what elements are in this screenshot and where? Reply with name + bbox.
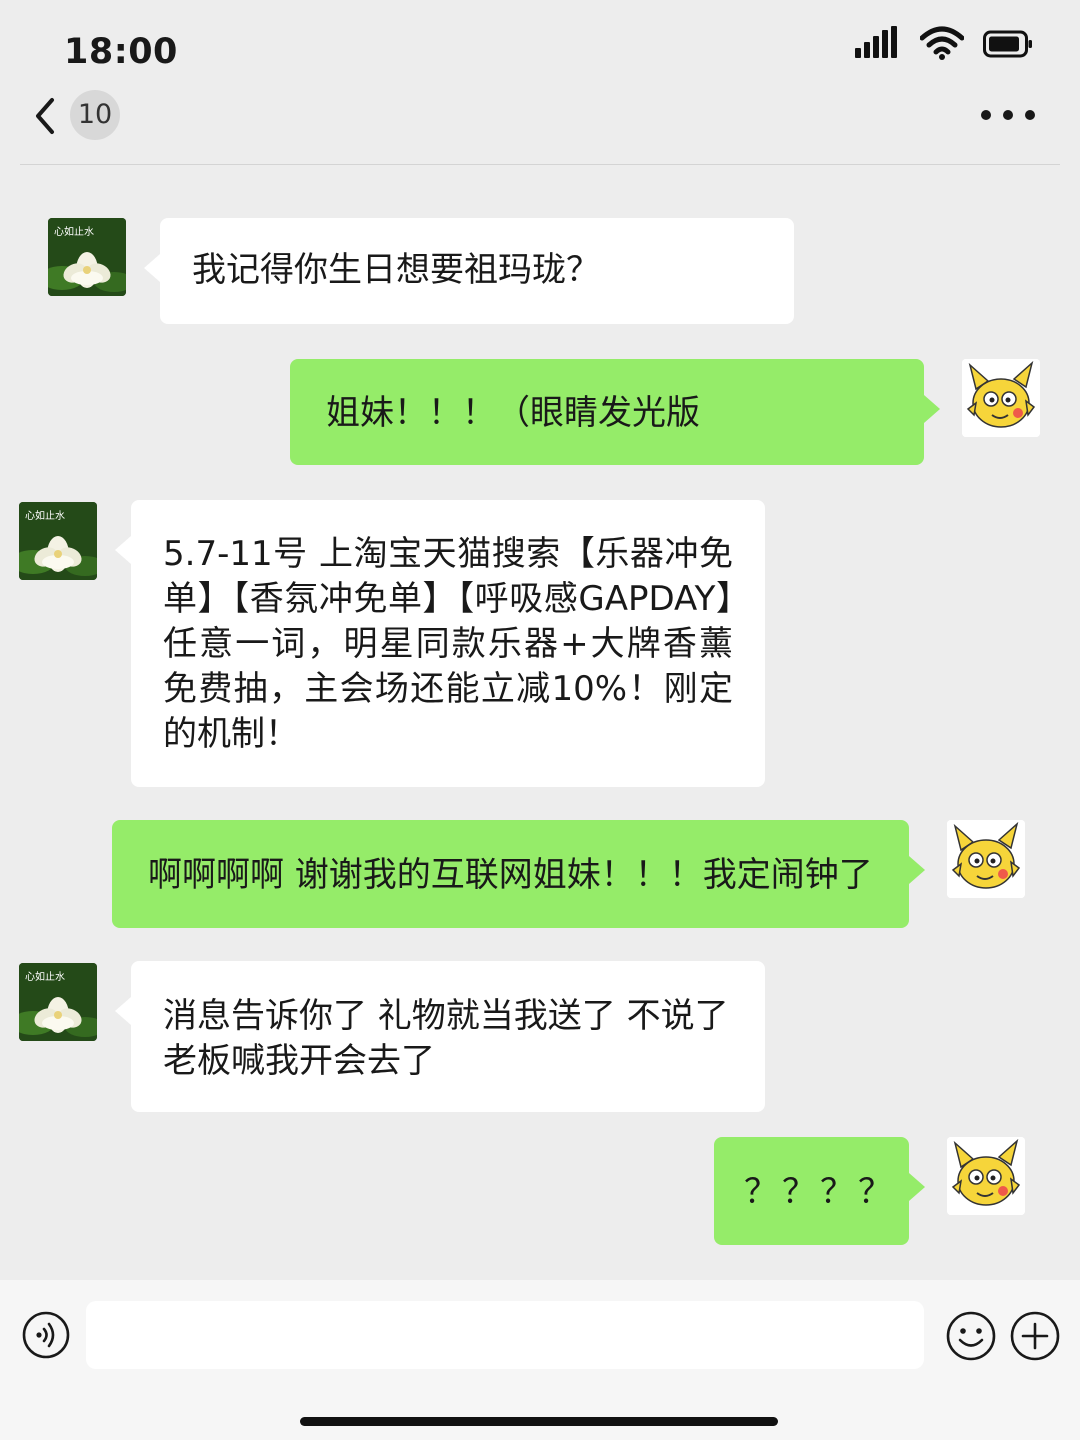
contact-avatar[interactable]: 心如止水 [48, 218, 126, 296]
voice-icon[interactable] [22, 1311, 70, 1359]
status-time: 18:00 [64, 32, 178, 72]
message-bubble-sent[interactable]: 姐妹！！！（眼睛发光版 [290, 359, 940, 465]
my-avatar[interactable] [947, 820, 1025, 898]
message-input[interactable] [86, 1301, 924, 1369]
battery-icon [983, 30, 1032, 58]
more-dots-icon[interactable] [981, 110, 1035, 120]
nav-divider [20, 164, 1060, 165]
avatar-caption: 心如止水 [25, 970, 65, 983]
signal-icon [855, 26, 897, 58]
wifi-icon [920, 26, 964, 60]
message-bubble-received[interactable]: 我记得你生日想要祖玛珑？ [144, 218, 794, 324]
home-indicator [300, 1417, 778, 1426]
contact-avatar[interactable]: 心如止水 [19, 963, 97, 1041]
avatar-caption: 心如止水 [25, 509, 65, 522]
chevron-left-icon[interactable] [30, 94, 66, 138]
status-bar: 18:00 [0, 0, 1080, 90]
my-avatar[interactable] [962, 359, 1040, 437]
message-bubble-received[interactable]: 消息告诉你了 礼物就当我送了 不说了 老板喊我开会去了 [115, 961, 765, 1112]
my-avatar[interactable] [947, 1137, 1025, 1215]
nav-bar: 10 [0, 90, 1080, 164]
message-bubble-sent[interactable]: ？？？？ [714, 1137, 925, 1245]
plus-circle-icon[interactable] [1010, 1311, 1060, 1361]
unread-count-badge[interactable]: 10 [70, 90, 120, 140]
emoji-icon[interactable] [946, 1311, 996, 1361]
input-bar [0, 1280, 1080, 1440]
contact-avatar[interactable]: 心如止水 [19, 502, 97, 580]
message-bubble-sent[interactable]: 啊啊啊啊 谢谢我的互联网姐妹！！！我定闹钟了 [112, 820, 925, 928]
message-bubble-received[interactable]: 5.7-11号 上淘宝天猫搜索【乐器冲免单】【香氛冲免单】【呼吸感GAPDAY】… [115, 500, 765, 787]
avatar-caption: 心如止水 [54, 225, 94, 238]
